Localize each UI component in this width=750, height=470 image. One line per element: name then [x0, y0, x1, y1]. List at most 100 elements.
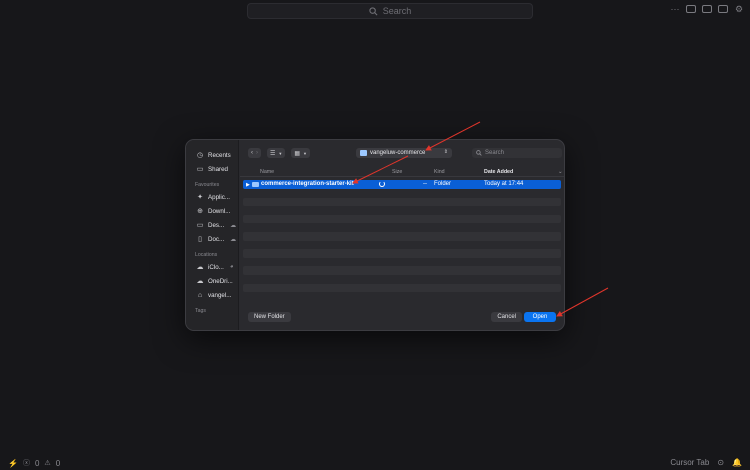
sidebar-item-label: Des...: [208, 221, 225, 229]
sidebar-item-label: Doc...: [208, 235, 225, 243]
file-kind: Folder: [434, 181, 452, 187]
sidebar-item-downloads[interactable]: ⊕ Downl...: [186, 204, 238, 218]
file-name: commerce-integration-starter-kit: [261, 181, 354, 187]
error-icon[interactable]: ⓧ: [23, 458, 30, 468]
status-bar: ⚡ ⓧ 0 ⚠ 0 Cursor Tab ⊙ 🔔: [0, 456, 750, 470]
file-date-added: Today at 17:44: [484, 181, 524, 187]
empty-row: [243, 266, 561, 275]
column-date-added[interactable]: Date Added: [484, 169, 513, 175]
search-icon: [369, 6, 378, 15]
chevron-left-icon[interactable]: ‹: [251, 150, 253, 156]
onedrive-icon: ☁: [196, 278, 204, 285]
empty-row: [243, 223, 561, 232]
toggle-secondary-sidebar-icon[interactable]: [718, 4, 728, 14]
tags-heading: Tags: [195, 308, 206, 314]
locations-heading: Locations: [195, 252, 218, 258]
empty-row: [243, 275, 561, 284]
notifications-bell-icon[interactable]: 🔔: [732, 458, 742, 467]
new-folder-button[interactable]: New Folder: [248, 312, 291, 322]
back-forward-buttons[interactable]: ‹ ›: [248, 148, 261, 158]
list-view-icon: ☰: [270, 150, 276, 157]
command-search-placeholder: Search: [382, 6, 412, 16]
clock-icon: ◷: [196, 152, 204, 159]
empty-row: [243, 189, 561, 198]
sidebar-item-label: Shared: [208, 165, 228, 173]
favourites-heading: Favourites: [195, 182, 220, 188]
sidebar-item-label: Recents: [208, 151, 231, 159]
empty-row: [243, 283, 561, 293]
sidebar-item-icloud[interactable]: ☁ iClo... ◕: [186, 260, 238, 274]
remote-icon[interactable]: ⚡: [8, 459, 18, 468]
settings-gear-icon[interactable]: ⚙: [734, 4, 744, 14]
chevron-right-icon[interactable]: ›: [256, 150, 258, 156]
cloud-icon: ☁: [230, 222, 237, 229]
sidebar-item-applications[interactable]: ✦ Applic...: [186, 190, 238, 204]
sidebar-item-home[interactable]: ⌂ vangel...: [186, 288, 238, 302]
shared-folder-icon: ▭: [196, 166, 204, 173]
warning-icon[interactable]: ⚠: [44, 459, 50, 467]
folder-icon: [252, 181, 259, 187]
sidebar-item-onedrive[interactable]: ☁ OneDri...: [186, 274, 238, 288]
warning-count[interactable]: 0: [56, 459, 60, 468]
folder-icon: [360, 150, 367, 156]
sidebar-item-shared[interactable]: ▭ Shared: [186, 162, 238, 176]
file-size: --: [423, 181, 427, 187]
status-bar-right: Cursor Tab ⊙ 🔔: [670, 458, 742, 467]
cursor-tab-status[interactable]: Cursor Tab: [670, 458, 709, 467]
error-count[interactable]: 0: [35, 459, 39, 468]
sync-spinner-icon: [379, 181, 385, 189]
open-file-dialog: ◷ Recents ▭ Shared Favourites ✦ Applic..…: [185, 139, 565, 331]
sidebar-item-documents[interactable]: ▯ Doc... ☁: [186, 232, 238, 246]
column-header-row: Name Size Kind Date Added ⌄: [240, 167, 564, 177]
view-mode-list-button[interactable]: ☰ ▼: [267, 148, 286, 158]
sidebar-item-label: OneDri...: [208, 277, 233, 285]
table-row[interactable]: ▶ commerce-integration-starter-kit -- Fo…: [243, 180, 561, 189]
column-kind[interactable]: Kind: [434, 169, 445, 175]
current-folder-select[interactable]: vangeluw-commerce ⇕: [356, 148, 452, 158]
sidebar-item-label: iClo...: [208, 263, 224, 271]
applications-icon: ✦: [197, 194, 203, 201]
toggle-sidebar-icon[interactable]: [686, 4, 696, 14]
sidebar-item-recents[interactable]: ◷ Recents: [186, 148, 238, 162]
toggle-panel-icon[interactable]: [702, 4, 712, 14]
current-folder-name: vangeluw-commerce: [370, 150, 426, 156]
window-controls: ··· ⚙: [670, 4, 744, 15]
dialog-search-input[interactable]: Search: [472, 148, 562, 158]
sidebar-item-label: Downl...: [208, 207, 231, 215]
command-search-bar[interactable]: Search: [247, 3, 533, 19]
dialog-sidebar: ◷ Recents ▭ Shared Favourites ✦ Applic..…: [186, 140, 239, 330]
updown-chevron-icon: ⇕: [443, 149, 448, 155]
search-icon: [476, 150, 482, 156]
empty-row: [243, 214, 561, 224]
empty-row: [243, 258, 561, 267]
status-bar-left: ⚡ ⓧ 0 ⚠ 0: [8, 458, 60, 468]
progress-pie-icon: ◕: [229, 264, 234, 270]
sort-chevron-icon[interactable]: ⌄: [558, 169, 562, 175]
icloud-icon: ☁: [196, 264, 204, 271]
chevron-down-icon: ▼: [278, 150, 283, 156]
desktop-icon: ▭: [196, 222, 204, 229]
disclosure-triangle-icon[interactable]: ▶: [246, 182, 250, 188]
dialog-search-placeholder: Search: [485, 150, 505, 156]
file-browser-pane: ‹ › ☰ ▼ ▦ ▼ vangeluw-commerce ⇕ Search N…: [240, 140, 564, 330]
column-size[interactable]: Size: [392, 169, 402, 175]
home-icon: ⌂: [197, 291, 203, 299]
empty-row: [243, 206, 561, 215]
sidebar-item-label: Applic...: [208, 193, 231, 201]
more-icon[interactable]: ···: [670, 4, 680, 14]
document-icon: ▯: [198, 236, 202, 243]
chevron-down-icon: ▼: [303, 150, 307, 156]
file-list: ▶ commerce-integration-starter-kit -- Fo…: [243, 180, 561, 293]
grid-view-icon: ▦: [294, 150, 301, 157]
open-button[interactable]: Open: [524, 312, 556, 322]
view-mode-grid-button[interactable]: ▦ ▼: [291, 148, 310, 158]
empty-row: [243, 231, 561, 241]
dialog-toolbar: ‹ › ☰ ▼ ▦ ▼: [248, 148, 310, 158]
cancel-button[interactable]: Cancel: [491, 312, 522, 322]
column-name[interactable]: Name: [260, 169, 274, 175]
empty-row: [243, 241, 561, 250]
empty-row: [243, 249, 561, 258]
sidebar-item-desktop[interactable]: ▭ Des... ☁: [186, 218, 238, 232]
accounts-icon[interactable]: ⊙: [717, 458, 724, 467]
download-icon: ⊕: [197, 208, 203, 215]
